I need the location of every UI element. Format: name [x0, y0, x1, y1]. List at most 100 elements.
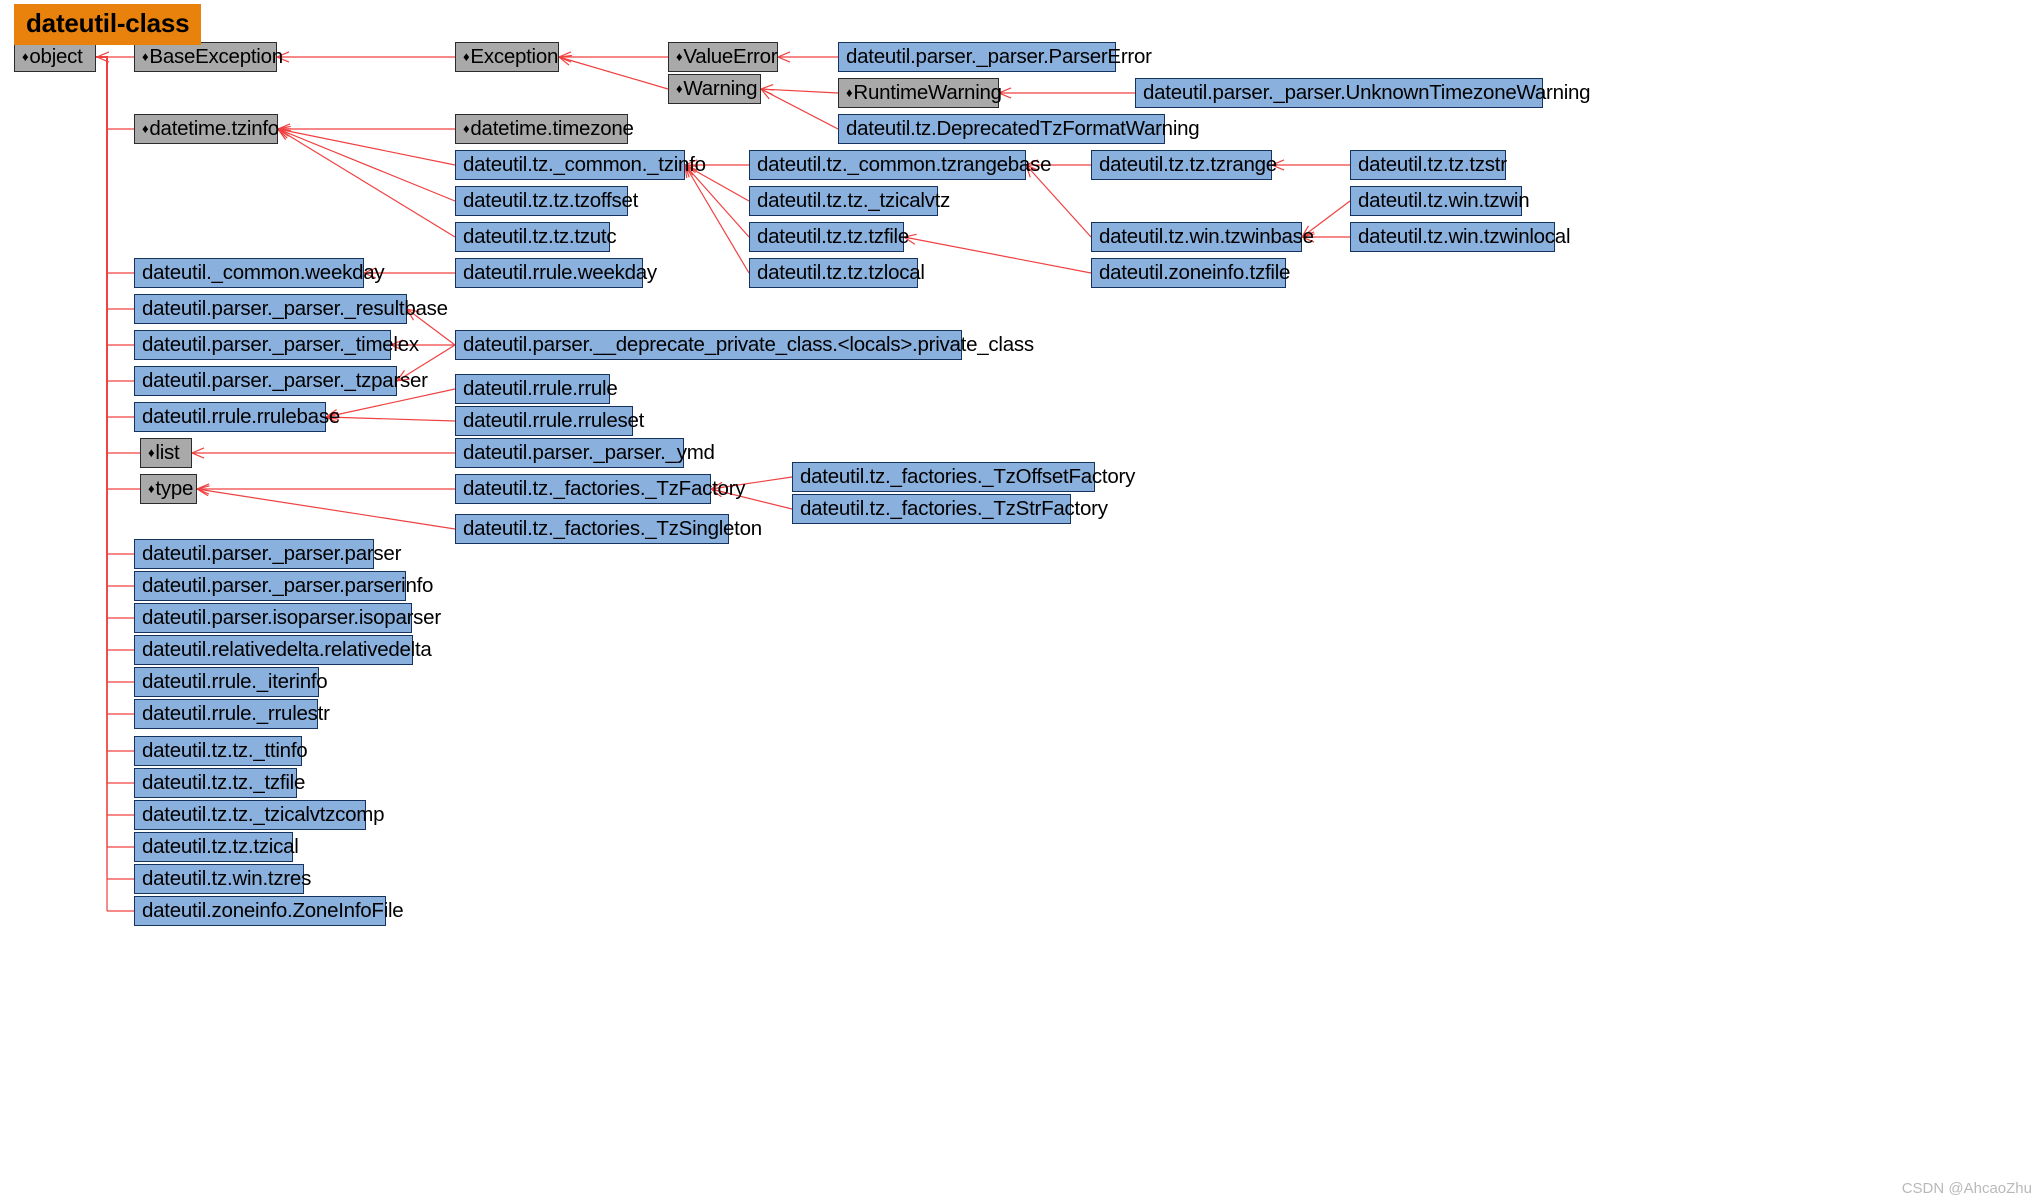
class-node-unknowntzwarning[interactable]: dateutil.parser._parser.UnknownTimezoneW…	[1135, 78, 1591, 108]
class-node-parsererror[interactable]: dateutil.parser._parser.ParserError	[838, 42, 1152, 72]
class-node-label: dateutil.parser._parser.UnknownTimezoneW…	[1143, 80, 1591, 104]
class-node-exception[interactable]: ♦ Exception	[455, 42, 559, 72]
class-node-ttinfo[interactable]: dateutil.tz.tz._ttinfo	[134, 736, 308, 766]
class-node-type[interactable]: ♦ type	[140, 474, 197, 504]
class-node-runtimewarning[interactable]: ♦ RuntimeWarning	[838, 78, 1002, 108]
edge-tzutc-to-tzinfo-arrowhead	[276, 128, 291, 140]
class-node-tzstrfactory[interactable]: dateutil.tz._factories._TzStrFactory	[792, 494, 1108, 524]
builtin-diamond-icon: ♦	[463, 48, 470, 64]
class-node-tzsingleton[interactable]: dateutil.tz._factories._TzSingleton	[455, 514, 762, 544]
edge-deprecatedtzfmt-to-warning	[760, 88, 839, 130]
class-node-tzicalvtzcomp[interactable]: dateutil.tz.tz._tzicalvtzcomp	[134, 800, 385, 830]
edge-baseexception-to-object-arrowhead	[95, 51, 110, 63]
edge-deprecatedtzfmt-to-warning-arrowhead	[759, 88, 775, 100]
class-node-tzinfo[interactable]: ♦ datetime.tzinfo	[134, 114, 279, 144]
class-node-rrule_weekday[interactable]: dateutil.rrule.weekday	[455, 258, 657, 288]
class-node-tzfile[interactable]: dateutil.tz.tz.tzfile	[749, 222, 909, 252]
class-node-label: dateutil.rrule.weekday	[463, 260, 657, 284]
edge-iterinfo-to-object-trunk	[96, 56, 108, 682]
class-node-tzparser[interactable]: dateutil.parser._parser._tzparser	[134, 366, 428, 396]
class-node-label: dateutil.rrule.rrulebase	[142, 404, 340, 428]
class-node-iterinfo[interactable]: dateutil.rrule._iterinfo	[134, 667, 328, 697]
class-node-tzrange[interactable]: dateutil.tz.tz.tzrange	[1091, 150, 1277, 180]
diagram-title-badge: dateutil-class	[14, 4, 202, 45]
class-node-tzrangebase[interactable]: dateutil.tz._common.tzrangebase	[749, 150, 1051, 180]
class-node-label: Warning	[683, 76, 758, 100]
class-node-tzwinbase[interactable]: dateutil.tz.win.tzwinbase	[1091, 222, 1314, 252]
class-node-rrulebase[interactable]: dateutil.rrule.rrulebase	[134, 402, 340, 432]
edge-valueerror-to-exception-arrowhead	[557, 51, 572, 63]
class-node-ymd[interactable]: dateutil.parser._parser._ymd	[455, 438, 715, 468]
class-node-tzstr[interactable]: dateutil.tz.tz.tzstr	[1350, 150, 1507, 180]
class-node-label: dateutil.tz._factories._TzOffsetFactory	[800, 464, 1136, 488]
class-node-relativedelta[interactable]: dateutil.relativedelta.relativedelta	[134, 635, 432, 665]
class-node-label: dateutil.tz.win.tzwin	[1358, 188, 1530, 212]
class-node-warning[interactable]: ♦ Warning	[668, 74, 761, 104]
class-node-common_tzinfo[interactable]: dateutil.tz._common._tzinfo	[455, 150, 706, 180]
class-node-label: dateutil.parser._parser._resultbase	[142, 296, 448, 320]
edge-tzinfo-to-object-trunk	[96, 56, 108, 129]
class-node-label: dateutil.rrule._rrulestr	[142, 701, 330, 725]
class-node-label: dateutil.tz.DeprecatedTzFormatWarning	[846, 116, 1200, 140]
class-node-zoneinfo_tzfile[interactable]: dateutil.zoneinfo.tzfile	[1091, 258, 1290, 288]
class-node-label: dateutil.parser.__deprecate_private_clas…	[463, 332, 1034, 356]
class-node-parserinfo[interactable]: dateutil.parser._parser.parserinfo	[134, 571, 433, 601]
class-node-resultbase[interactable]: dateutil.parser._parser._resultbase	[134, 294, 448, 324]
class-node-object[interactable]: ♦ object	[14, 42, 96, 72]
class-node-label: dateutil.tz.tz.tzical	[142, 834, 299, 858]
edge-tzoffset-to-tzinfo-arrowhead	[276, 128, 292, 139]
class-node-label: datetime.timezone	[470, 116, 634, 140]
edge-parser_parser-to-object-trunk	[96, 56, 108, 554]
class-node-rruleset[interactable]: dateutil.rrule.rruleset	[455, 406, 644, 436]
edge-runtimewarning-to-warning	[760, 88, 839, 94]
class-node-tzoffset[interactable]: dateutil.tz.tz.tzoffset	[455, 186, 638, 216]
class-node-tzfactory[interactable]: dateutil.tz._factories._TzFactory	[455, 474, 746, 504]
class-node-tzwin[interactable]: dateutil.tz.win.tzwin	[1350, 186, 1530, 216]
class-node-tzwinlocal[interactable]: dateutil.tz.win.tzwinlocal	[1350, 222, 1571, 252]
watermark-label: CSDN @AhcaoZhu	[1901, 1180, 2032, 1197]
edge-tzlocal-to-common_tzinfo	[684, 164, 750, 274]
class-node-label: dateutil.tz._common.tzrangebase	[757, 152, 1052, 176]
class-node-tzical[interactable]: dateutil.tz.tz.tzical	[134, 832, 299, 862]
class-node-rrule_rrule[interactable]: dateutil.rrule.rrule	[455, 374, 618, 404]
class-node-label: dateutil.parser._parser.parser	[142, 541, 402, 565]
builtin-diamond-icon: ♦	[22, 48, 29, 64]
class-node-label: list	[155, 440, 180, 464]
class-node-label: dateutil.tz.tz._tzfile	[142, 770, 306, 794]
edge-warning-to-exception	[558, 56, 669, 90]
class-node-zoneinfofile[interactable]: dateutil.zoneinfo.ZoneInfoFile	[134, 896, 404, 926]
edge-tzutc-to-tzinfo	[277, 128, 456, 238]
class-node-rrulestr[interactable]: dateutil.rrule._rrulestr	[134, 699, 330, 729]
class-node-isoparser[interactable]: dateutil.parser.isoparser.isoparser	[134, 603, 441, 633]
class-node-valueerror[interactable]: ♦ ValueError	[668, 42, 778, 72]
class-node-list[interactable]: ♦ list	[140, 438, 192, 468]
builtin-diamond-icon: ♦	[142, 120, 149, 136]
class-node-timelex[interactable]: dateutil.parser._parser._timelex	[134, 330, 419, 360]
class-node-timezone[interactable]: ♦ datetime.timezone	[455, 114, 634, 144]
class-node-deprecatedtzfmt[interactable]: dateutil.tz.DeprecatedTzFormatWarning	[838, 114, 1200, 144]
class-node-label: BaseException	[149, 44, 283, 68]
class-node-tz_tzfile_priv[interactable]: dateutil.tz.tz._tzfile	[134, 768, 305, 798]
class-node-label: object	[29, 44, 83, 68]
edge-tzfile-to-common_tzinfo	[684, 164, 750, 238]
class-node-label: Exception	[470, 44, 559, 68]
class-node-label: dateutil.tz.tz._tzicalvtz	[757, 188, 951, 212]
class-node-baseexception[interactable]: ♦ BaseException	[134, 42, 283, 72]
edge-common_tzinfo-to-tzinfo-arrowhead	[276, 125, 291, 137]
edge-resultbase-to-object-trunk	[96, 56, 108, 309]
builtin-diamond-icon: ♦	[846, 84, 853, 100]
class-node-label: dateutil.parser._parser._timelex	[142, 332, 419, 356]
class-node-label: dateutil.tz.win.tzwinbase	[1099, 224, 1314, 248]
class-node-parser_parser[interactable]: dateutil.parser._parser.parser	[134, 539, 401, 569]
class-node-tzicalvtz[interactable]: dateutil.tz.tz._tzicalvtz	[749, 186, 950, 216]
class-node-tzres[interactable]: dateutil.tz.win.tzres	[134, 864, 311, 894]
builtin-diamond-icon: ♦	[148, 444, 155, 460]
edge-isoparser-to-object-trunk	[96, 56, 108, 618]
edge-parsererror-to-valueerror-arrowhead	[776, 51, 791, 63]
class-node-tzutc[interactable]: dateutil.tz.tz.tzutc	[455, 222, 617, 252]
class-node-tzoffsetfactory[interactable]: dateutil.tz._factories._TzOffsetFactory	[792, 462, 1135, 492]
builtin-diamond-icon: ♦	[142, 48, 149, 64]
class-node-private_class[interactable]: dateutil.parser.__deprecate_private_clas…	[455, 330, 1034, 360]
class-node-common_weekday[interactable]: dateutil._common.weekday	[134, 258, 385, 288]
class-node-tzlocal[interactable]: dateutil.tz.tz.tzlocal	[749, 258, 925, 288]
